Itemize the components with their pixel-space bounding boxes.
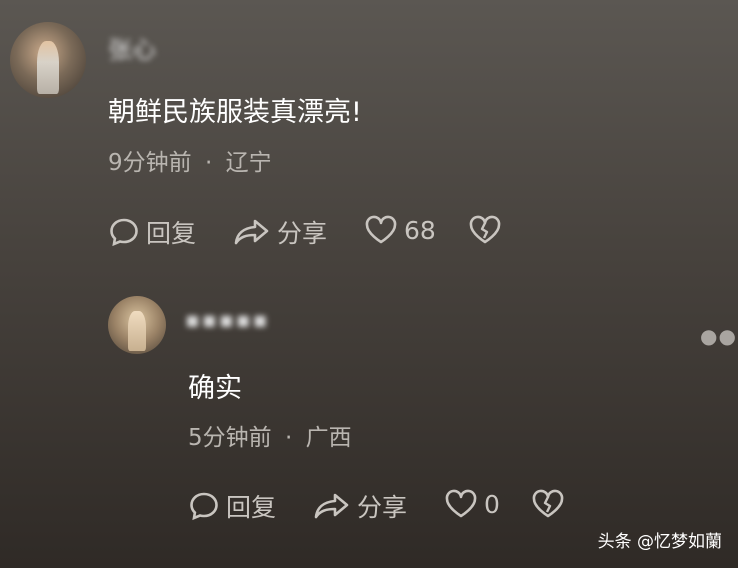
username[interactable]: 张心 — [108, 30, 156, 65]
reply-text: 确实 — [188, 373, 242, 404]
more-dots-icon: ●●● — [700, 324, 738, 348]
avatar-figure — [128, 310, 146, 352]
comment-location: 辽宁 — [225, 150, 272, 176]
like-count: 0 — [484, 489, 500, 519]
reply-username[interactable]: ▪▪▪▪▪ — [185, 308, 270, 333]
reply-meta: 5分钟前 · 广西 — [188, 418, 352, 452]
comment-time: 9分钟前 — [108, 150, 192, 176]
heart-icon — [365, 215, 397, 244]
share-arrow-icon — [234, 219, 269, 245]
meta-separator: · — [284, 425, 293, 451]
comment-meta: 9分钟前 · 辽宁 — [108, 143, 272, 177]
share-arrow-icon — [314, 493, 349, 519]
reply-like-button[interactable]: 0 — [444, 488, 500, 520]
share-label: 分享 — [277, 219, 328, 248]
avatar[interactable] — [10, 22, 86, 98]
broken-heart-icon — [532, 489, 564, 518]
meta-separator: · — [204, 150, 213, 176]
like-button[interactable]: 68 — [364, 214, 436, 246]
like-count: 68 — [404, 215, 436, 245]
heart-icon — [445, 489, 477, 518]
avatar-figure — [36, 41, 60, 95]
reply-label: 回复 — [146, 219, 197, 248]
reply-avatar[interactable] — [108, 296, 166, 354]
comment-text: 朝鲜民族服装真漂亮! — [108, 97, 362, 128]
more-options-button[interactable]: ●●● — [700, 324, 738, 348]
share-label: 分享 — [357, 493, 408, 522]
reply-location: 广西 — [305, 425, 352, 451]
dislike-button[interactable] — [468, 214, 508, 246]
comment-bubble-icon — [190, 492, 218, 521]
share-button[interactable]: 分享 — [233, 214, 327, 250]
reply-time: 5分钟前 — [188, 425, 272, 451]
watermark: 头条 @忆梦如蘭 — [597, 532, 722, 552]
comment-bubble-icon — [110, 218, 138, 247]
broken-heart-icon — [469, 215, 501, 244]
reply-share-button[interactable]: 分享 — [313, 488, 407, 524]
reply-reply-button[interactable]: 回复 — [188, 488, 276, 524]
reply-label: 回复 — [226, 493, 277, 522]
reply-dislike-button[interactable] — [531, 488, 571, 520]
reply-button[interactable]: 回复 — [108, 214, 196, 250]
